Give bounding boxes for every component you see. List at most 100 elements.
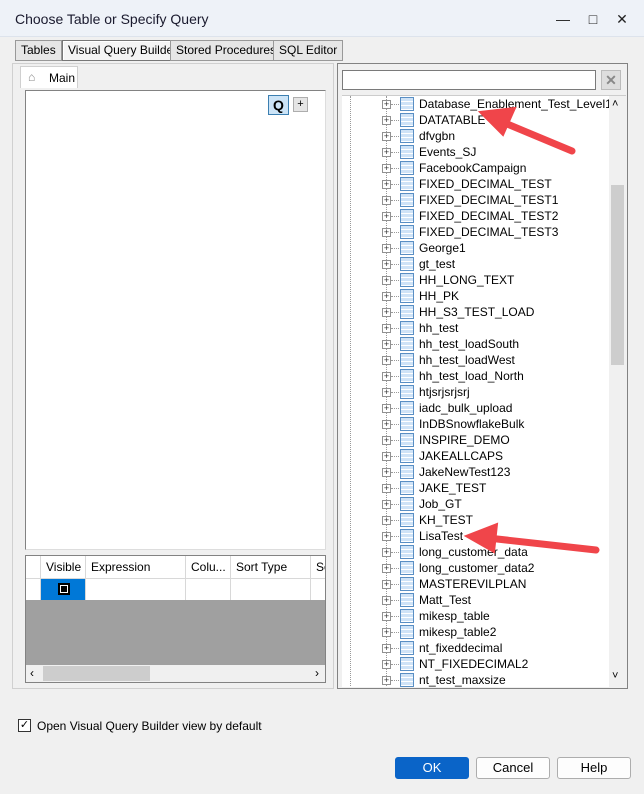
- tree-item[interactable]: + HH_LONG_TEXT: [342, 272, 612, 288]
- tree-item[interactable]: + Database_Enablement_Test_Level1: [342, 96, 612, 112]
- tree-item[interactable]: + JAKE_TEST: [342, 480, 612, 496]
- tree-item[interactable]: + hh_test_loadWest: [342, 352, 612, 368]
- expand-icon[interactable]: +: [382, 276, 391, 285]
- tree-item[interactable]: + dfvgbn: [342, 128, 612, 144]
- expand-icon[interactable]: +: [382, 564, 391, 573]
- expand-icon[interactable]: +: [382, 420, 391, 429]
- expression-cell[interactable]: [86, 579, 186, 600]
- tree-item[interactable]: + nt_fixeddecimal: [342, 640, 612, 656]
- tree-item[interactable]: + HH_PK: [342, 288, 612, 304]
- expand-icon[interactable]: +: [382, 580, 391, 589]
- expand-icon[interactable]: +: [382, 308, 391, 317]
- tree-item[interactable]: + DATATABLE: [342, 112, 612, 128]
- expand-icon[interactable]: +: [382, 356, 391, 365]
- expand-icon[interactable]: +: [382, 676, 391, 685]
- expand-icon[interactable]: +: [382, 260, 391, 269]
- expand-icon[interactable]: +: [382, 436, 391, 445]
- tree-item[interactable]: + mikesp_table2: [342, 624, 612, 640]
- query-button[interactable]: Q: [268, 95, 289, 115]
- sort-type-cell[interactable]: [231, 579, 311, 600]
- expand-icon[interactable]: +: [382, 100, 391, 109]
- expand-icon[interactable]: +: [382, 532, 391, 541]
- sort-order-cell[interactable]: [311, 579, 325, 600]
- expand-icon[interactable]: +: [382, 244, 391, 253]
- horizontal-scrollbar[interactable]: ‹ ›: [26, 665, 325, 682]
- expand-icon[interactable]: +: [382, 404, 391, 413]
- tab-main[interactable]: ⌂ Main: [20, 66, 78, 88]
- help-button[interactable]: Help: [557, 757, 631, 779]
- expand-icon[interactable]: +: [382, 484, 391, 493]
- ok-button[interactable]: OK: [395, 757, 469, 779]
- tree-item[interactable]: + long_customer_data2: [342, 560, 612, 576]
- tree-item[interactable]: + hh_test_loadSouth: [342, 336, 612, 352]
- tree-item[interactable]: + LisaTest: [342, 528, 612, 544]
- tree-item[interactable]: + hh_test_load_North: [342, 368, 612, 384]
- vertical-scroll-thumb[interactable]: [611, 185, 624, 365]
- tree-item[interactable]: + nt_test_maxsize: [342, 672, 612, 687]
- tree-item[interactable]: + George1: [342, 240, 612, 256]
- tree-item[interactable]: + hh_test: [342, 320, 612, 336]
- expand-icon[interactable]: +: [382, 452, 391, 461]
- expand-icon[interactable]: +: [382, 500, 391, 509]
- expand-icon[interactable]: +: [382, 196, 391, 205]
- tree-item[interactable]: + long_customer_data: [342, 544, 612, 560]
- tree-item[interactable]: + Matt_Test: [342, 592, 612, 608]
- column-header-visible[interactable]: Visible: [41, 556, 86, 579]
- scroll-thumb[interactable]: [43, 666, 150, 681]
- column-header-sort-type[interactable]: Sort Type: [231, 556, 311, 579]
- tree-item[interactable]: + INSPIRE_DEMO: [342, 432, 612, 448]
- tree-item[interactable]: + FacebookCampaign: [342, 160, 612, 176]
- minimize-button[interactable]: —: [548, 8, 578, 30]
- tree-item[interactable]: + InDBSnowflakeBulk: [342, 416, 612, 432]
- expand-icon[interactable]: +: [382, 372, 391, 381]
- tree-item[interactable]: + Events_SJ: [342, 144, 612, 160]
- tab-stored-procedures[interactable]: Stored Procedures: [170, 40, 283, 61]
- expand-icon[interactable]: +: [382, 148, 391, 157]
- expand-icon[interactable]: +: [382, 116, 391, 125]
- expand-icon[interactable]: +: [382, 164, 391, 173]
- expand-icon[interactable]: +: [382, 628, 391, 637]
- expand-icon[interactable]: +: [382, 660, 391, 669]
- tree-item[interactable]: + KH_TEST: [342, 512, 612, 528]
- scroll-down-icon[interactable]: ˅: [612, 670, 618, 682]
- tree-item[interactable]: + iadc_bulk_upload: [342, 400, 612, 416]
- scroll-left-icon[interactable]: ‹: [30, 666, 34, 680]
- expand-icon[interactable]: +: [382, 292, 391, 301]
- scroll-up-icon[interactable]: ˄: [612, 98, 618, 110]
- clear-search-button[interactable]: ✕: [601, 70, 621, 90]
- tree-item[interactable]: + JakeNewTest123: [342, 464, 612, 480]
- expand-icon[interactable]: +: [382, 548, 391, 557]
- tree-item[interactable]: + NT_FIXEDECIMAL2: [342, 656, 612, 672]
- expand-icon[interactable]: +: [382, 324, 391, 333]
- close-button[interactable]: ✕: [607, 8, 637, 30]
- tree-item[interactable]: + FIXED_DECIMAL_TEST1: [342, 192, 612, 208]
- column-header-expression[interactable]: Expression: [86, 556, 186, 579]
- expand-icon[interactable]: +: [382, 596, 391, 605]
- tree-item[interactable]: + HH_S3_TEST_LOAD: [342, 304, 612, 320]
- column-header-sort-order[interactable]: So: [311, 556, 325, 579]
- tree-item[interactable]: + mikesp_table: [342, 608, 612, 624]
- expand-icon[interactable]: +: [382, 228, 391, 237]
- tab-visual-query-builder[interactable]: Visual Query Builder: [62, 40, 184, 61]
- tree-item[interactable]: + MASTEREVILPLAN: [342, 576, 612, 592]
- tree-item[interactable]: + gt_test: [342, 256, 612, 272]
- tree-item[interactable]: + FIXED_DECIMAL_TEST: [342, 176, 612, 192]
- tree-item[interactable]: + htjsrjsrjsrj: [342, 384, 612, 400]
- tree-item[interactable]: + JAKEALLCAPS: [342, 448, 612, 464]
- expand-icon[interactable]: +: [382, 388, 391, 397]
- expand-icon[interactable]: +: [382, 132, 391, 141]
- maximize-button[interactable]: □: [578, 8, 608, 30]
- tree-item[interactable]: + Job_GT: [342, 496, 612, 512]
- tree-item[interactable]: + FIXED_DECIMAL_TEST2: [342, 208, 612, 224]
- expand-icon[interactable]: +: [382, 340, 391, 349]
- expand-icon[interactable]: +: [382, 180, 391, 189]
- expand-icon[interactable]: +: [382, 612, 391, 621]
- visible-cell[interactable]: [41, 579, 86, 600]
- expand-icon[interactable]: +: [382, 644, 391, 653]
- add-button[interactable]: +: [293, 97, 308, 112]
- tab-sql-editor[interactable]: SQL Editor: [273, 40, 344, 61]
- tree-item[interactable]: + FIXED_DECIMAL_TEST3: [342, 224, 612, 240]
- visible-checkbox[interactable]: [58, 583, 70, 595]
- expand-icon[interactable]: +: [382, 516, 391, 525]
- expand-icon[interactable]: +: [382, 468, 391, 477]
